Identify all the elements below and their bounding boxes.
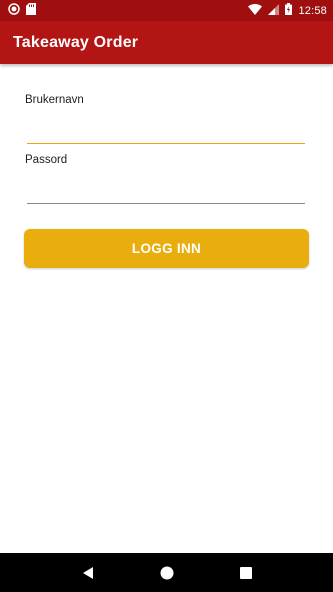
battery-icon bbox=[285, 3, 293, 18]
recents-icon[interactable] bbox=[234, 561, 258, 585]
wifi-icon bbox=[248, 3, 263, 18]
password-field[interactable] bbox=[27, 180, 305, 204]
back-icon[interactable] bbox=[76, 561, 100, 585]
username-label: Brukernavn bbox=[25, 94, 84, 106]
login-screen: 12:58 Takeaway Order Brukernavn Passord … bbox=[0, 0, 333, 592]
status-time: 12:58 bbox=[298, 4, 327, 17]
sd-card-icon bbox=[26, 3, 36, 18]
app-bar: Takeaway Order bbox=[0, 21, 333, 64]
login-button[interactable]: LOGG INN bbox=[24, 229, 309, 268]
signal-icon bbox=[268, 3, 280, 18]
navigation-bar bbox=[0, 553, 333, 592]
app-title: Takeaway Order bbox=[13, 33, 139, 51]
record-icon bbox=[8, 3, 20, 18]
status-bar: 12:58 bbox=[0, 0, 333, 21]
home-icon[interactable] bbox=[155, 561, 179, 585]
password-label: Passord bbox=[25, 154, 68, 166]
username-field[interactable] bbox=[27, 120, 305, 144]
